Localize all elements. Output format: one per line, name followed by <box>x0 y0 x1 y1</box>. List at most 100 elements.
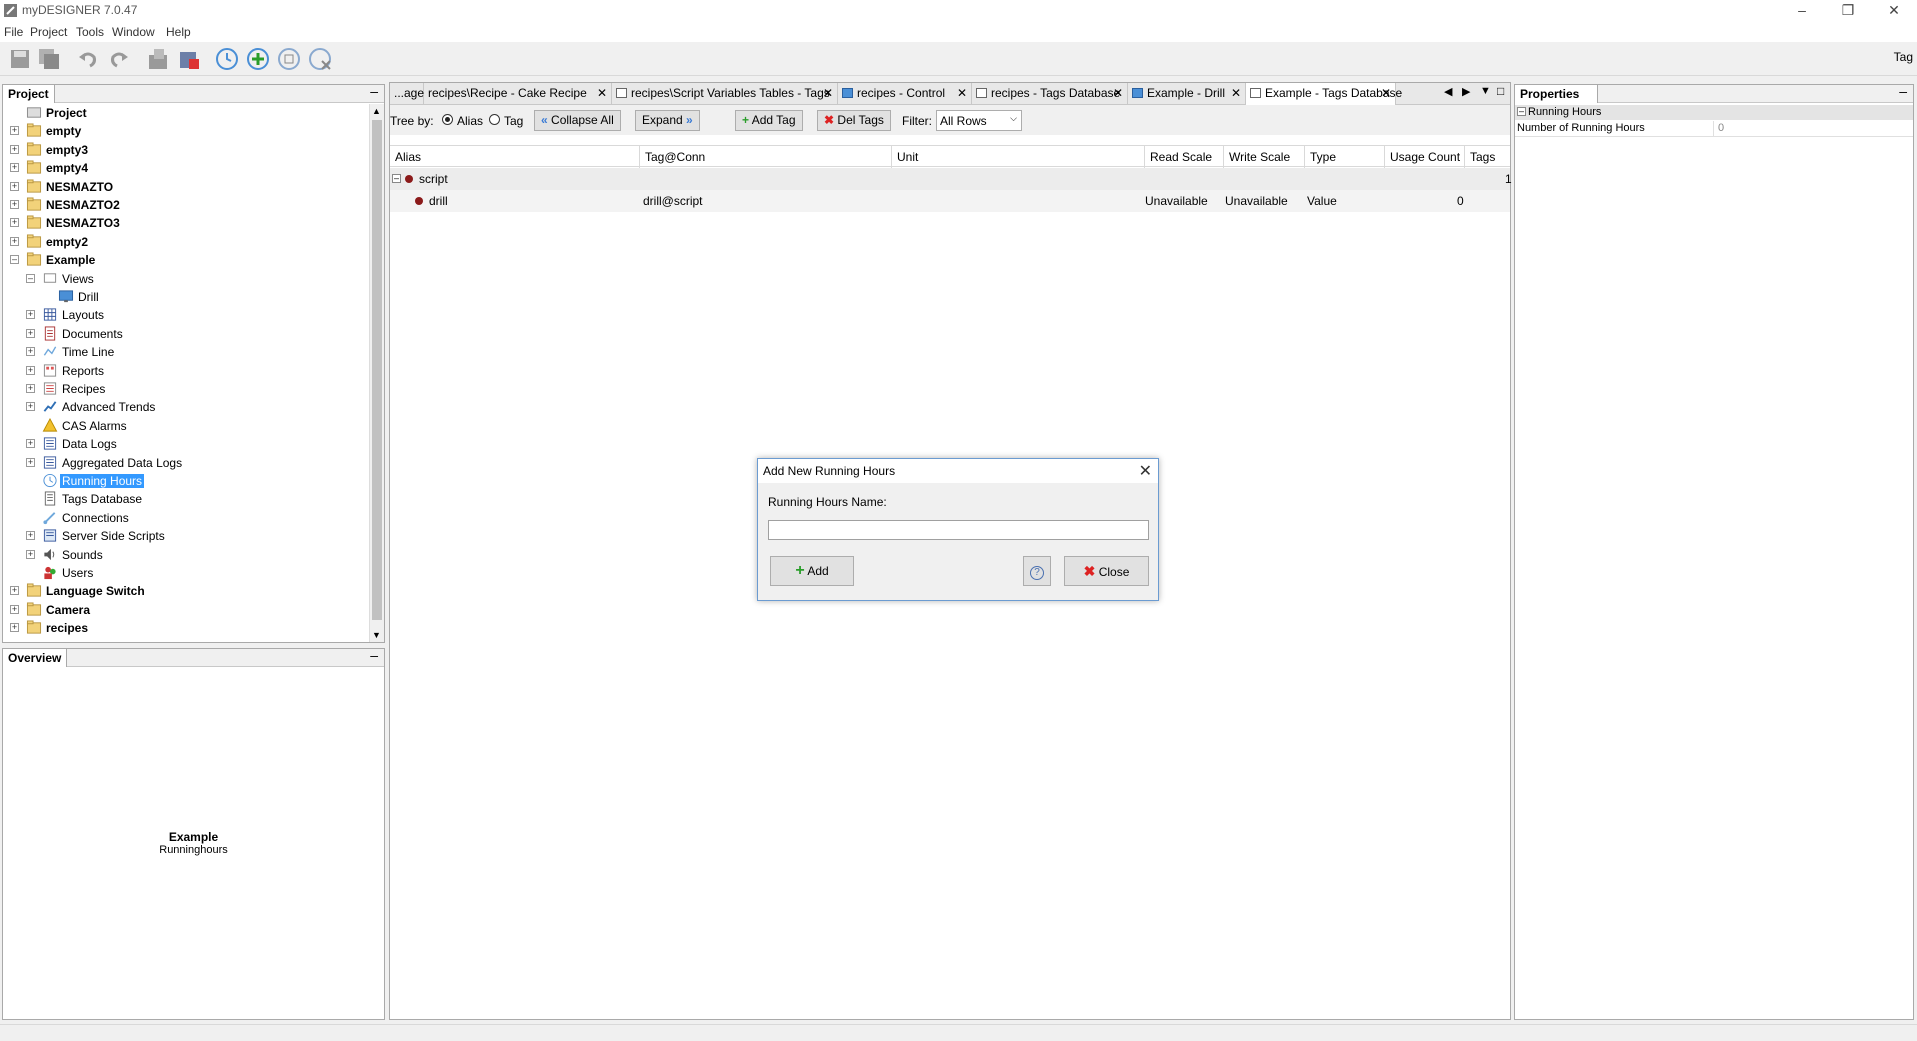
table-row[interactable]: drill drill@script Unavailable Unavailab… <box>390 190 1510 212</box>
alias-radio-label[interactable]: Alias <box>457 114 483 128</box>
tag-radio[interactable] <box>489 114 500 125</box>
deploy-icon[interactable] <box>146 47 170 71</box>
copy-running-hours-icon[interactable] <box>277 47 301 71</box>
expand-node-icon[interactable]: + <box>26 310 35 320</box>
minimize-panel-button[interactable]: – <box>370 83 378 99</box>
tree-item-users[interactable]: Users <box>3 564 363 582</box>
tree-item-project[interactable]: Project <box>3 104 363 122</box>
tree-item-recipes[interactable]: + Recipes <box>3 380 363 398</box>
table-group-row[interactable]: – script 1 <box>390 168 1512 190</box>
expand-node-icon[interactable]: + <box>10 163 19 173</box>
tree-scrollbar[interactable]: ▲ ▼ <box>369 104 384 642</box>
doc-tab[interactable]: recipes\Recipe - Cake Recipe ✕ <box>424 83 612 105</box>
toolbar-tag-label[interactable]: Tag <box>1894 50 1913 64</box>
tab-properties[interactable]: Properties <box>1515 85 1598 103</box>
col-type[interactable]: Type <box>1305 146 1385 168</box>
expand-node-icon[interactable]: + <box>10 218 19 228</box>
col-alias[interactable]: Alias <box>390 146 640 168</box>
expand-button[interactable]: Expand » <box>635 110 700 131</box>
tree-item-recipes[interactable]: + recipes <box>3 619 363 637</box>
close-tab-icon[interactable]: ✕ <box>823 83 833 103</box>
col-write-scale[interactable]: Write Scale <box>1224 146 1305 168</box>
expand-node-icon[interactable]: + <box>26 402 35 412</box>
close-tab-icon[interactable]: ✕ <box>597 83 607 103</box>
expand-node-icon[interactable]: + <box>10 586 19 596</box>
tree-item-nesmazto3[interactable]: + NESMAZTO3 <box>3 214 363 232</box>
alias-radio[interactable] <box>442 114 453 125</box>
tag-radio-label[interactable]: Tag <box>504 114 523 128</box>
tree-item-views[interactable]: – Views <box>3 270 363 288</box>
running-hours-icon[interactable] <box>215 47 239 71</box>
tree-item-running-hours[interactable]: Running Hours <box>3 472 363 490</box>
col-tagconn[interactable]: Tag@Conn <box>640 146 892 168</box>
close-tab-icon[interactable]: ✕ <box>1381 83 1391 103</box>
col-usage-count[interactable]: Usage Count <box>1385 146 1465 168</box>
tree-item-tags-database[interactable]: Tags Database <box>3 490 363 508</box>
collapse-section-icon[interactable]: – <box>1517 107 1526 116</box>
minimize-button[interactable]: – <box>1779 0 1825 22</box>
menu-help[interactable]: Help <box>166 25 191 39</box>
expand-node-icon[interactable]: + <box>10 126 19 136</box>
tree-item-language-switch[interactable]: + Language Switch <box>3 582 363 600</box>
export-icon[interactable] <box>177 47 201 71</box>
maximize-editor-icon[interactable]: □ <box>1497 84 1504 98</box>
tree-item-sounds[interactable]: + Sounds <box>3 546 363 564</box>
tab-project[interactable]: Project <box>3 85 55 103</box>
tree-item-aggregated-data-logs[interactable]: + Aggregated Data Logs <box>3 454 363 472</box>
doc-tab[interactable]: recipes\Script Variables Tables - Tags ✕ <box>612 83 838 105</box>
filter-select[interactable]: All Rows ⌵ <box>936 110 1022 131</box>
expand-node-icon[interactable]: + <box>10 144 19 154</box>
tree-item-reports[interactable]: + Reports <box>3 362 363 380</box>
expand-node-icon[interactable]: + <box>10 604 19 614</box>
tree-item-advanced-trends[interactable]: + Advanced Trends <box>3 398 363 416</box>
minimize-properties-button[interactable]: – <box>1899 83 1907 99</box>
add-tag-button[interactable]: + Add Tag <box>735 110 803 131</box>
tree-item-empty4[interactable]: + empty4 <box>3 159 363 177</box>
restore-button[interactable]: ❐ <box>1825 0 1871 22</box>
expand-node-icon[interactable]: + <box>26 365 35 375</box>
tree-item-camera[interactable]: + Camera <box>3 601 363 619</box>
tree-item-nesmazto[interactable]: + NESMAZTO <box>3 178 363 196</box>
tree-item-drill[interactable]: Drill <box>3 288 363 306</box>
doc-tab[interactable]: ...age <box>390 83 424 105</box>
menu-project[interactable]: Project <box>30 25 67 39</box>
dialog-add-button[interactable]: + Add <box>770 556 854 586</box>
undo-icon[interactable] <box>76 47 100 71</box>
dialog-help-button[interactable]: ? <box>1023 556 1051 586</box>
expand-node-icon[interactable]: + <box>26 328 35 338</box>
collapse-all-button[interactable]: « Collapse All <box>534 110 621 131</box>
expand-node-icon[interactable]: + <box>10 181 19 191</box>
doc-tab[interactable]: recipes - Tags Database ✕ <box>972 83 1128 105</box>
close-tab-icon[interactable]: ✕ <box>1113 83 1123 103</box>
tree-item-layouts[interactable]: + Layouts <box>3 306 363 324</box>
tree-item-empty3[interactable]: + empty3 <box>3 141 363 159</box>
doc-tab[interactable]: Example - Tags Database ✕ <box>1246 83 1402 105</box>
collapse-node-icon[interactable]: – <box>26 273 35 283</box>
properties-section[interactable]: – Running Hours <box>1515 105 1913 120</box>
expand-node-icon[interactable]: + <box>26 531 35 541</box>
doc-tab[interactable]: recipes - Control ✕ <box>838 83 972 105</box>
dialog-close-icon[interactable]: ✕ <box>1139 461 1152 481</box>
delete-running-hours-icon[interactable] <box>308 47 332 71</box>
property-row[interactable]: Number of Running Hours 0 <box>1515 121 1913 137</box>
expand-node-icon[interactable]: + <box>26 347 35 357</box>
tab-list-icon[interactable]: ▼ <box>1480 85 1491 97</box>
tree-item-data-logs[interactable]: + Data Logs <box>3 435 363 453</box>
expand-node-icon[interactable]: + <box>26 457 35 467</box>
tree-item-empty2[interactable]: + empty2 <box>3 233 363 251</box>
menu-file[interactable]: File <box>4 25 23 39</box>
tree-item-server-side-scripts[interactable]: + Server Side Scripts <box>3 527 363 545</box>
minimize-overview-button[interactable]: – <box>370 647 378 663</box>
col-unit[interactable]: Unit <box>892 146 1145 168</box>
tree-item-example[interactable]: – Example <box>3 251 363 269</box>
save-all-icon[interactable] <box>37 47 61 71</box>
tab-scroll-right-icon[interactable]: ▶ <box>1462 85 1470 98</box>
expand-node-icon[interactable]: + <box>26 439 35 449</box>
col-tags[interactable]: Tags <box>1465 146 1510 168</box>
doc-tab[interactable]: Example - Drill ✕ <box>1128 83 1246 105</box>
tree-item-connections[interactable]: Connections <box>3 509 363 527</box>
dialog-close-button[interactable]: ✖ Close <box>1064 556 1149 586</box>
expand-node-icon[interactable]: + <box>10 236 19 246</box>
expand-node-icon[interactable]: + <box>10 623 19 633</box>
tree-item-empty[interactable]: + empty <box>3 122 363 140</box>
